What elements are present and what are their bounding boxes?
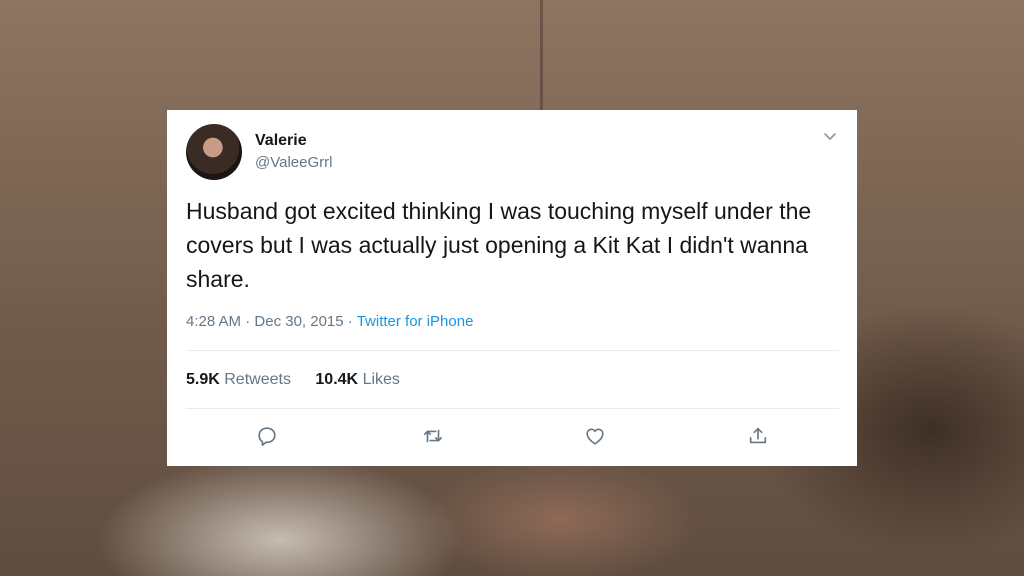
likes-label: Likes [362,371,400,388]
tweet-time[interactable]: 4:28 AM [186,313,241,330]
retweet-icon[interactable] [422,425,444,447]
reply-icon[interactable] [256,425,278,447]
tweet-card: Valerie @ValeeGrrl Husband got excited t… [167,110,857,466]
retweets-count: 5.9K [186,371,220,388]
separator: · [347,313,353,330]
tweet-date[interactable]: Dec 30, 2015 [254,313,343,330]
likes-count: 10.4K [315,371,359,388]
chevron-down-icon[interactable] [822,128,838,144]
share-icon[interactable] [747,425,769,447]
retweets-label: Retweets [224,371,291,388]
tweet-text: Husband got excited thinking I was touch… [186,198,812,292]
user-handle[interactable]: @ValeeGrrl [255,154,332,171]
tweet-stats: 5.9K Retweets 10.4K Likes [186,371,420,389]
avatar[interactable] [186,124,242,180]
tweet-source-link[interactable]: Twitter for iPhone [357,313,474,330]
display-name[interactable]: Valerie [255,132,307,150]
likes-stat[interactable]: 10.4K Likes [315,371,400,388]
heart-icon[interactable] [584,425,606,447]
divider [186,350,839,351]
retweets-stat[interactable]: 5.9K Retweets [186,371,291,388]
divider [186,408,839,409]
separator: · [245,313,251,330]
tweet-metadata: 4:28 AM · Dec 30, 2015 · Twitter for iPh… [186,313,473,330]
